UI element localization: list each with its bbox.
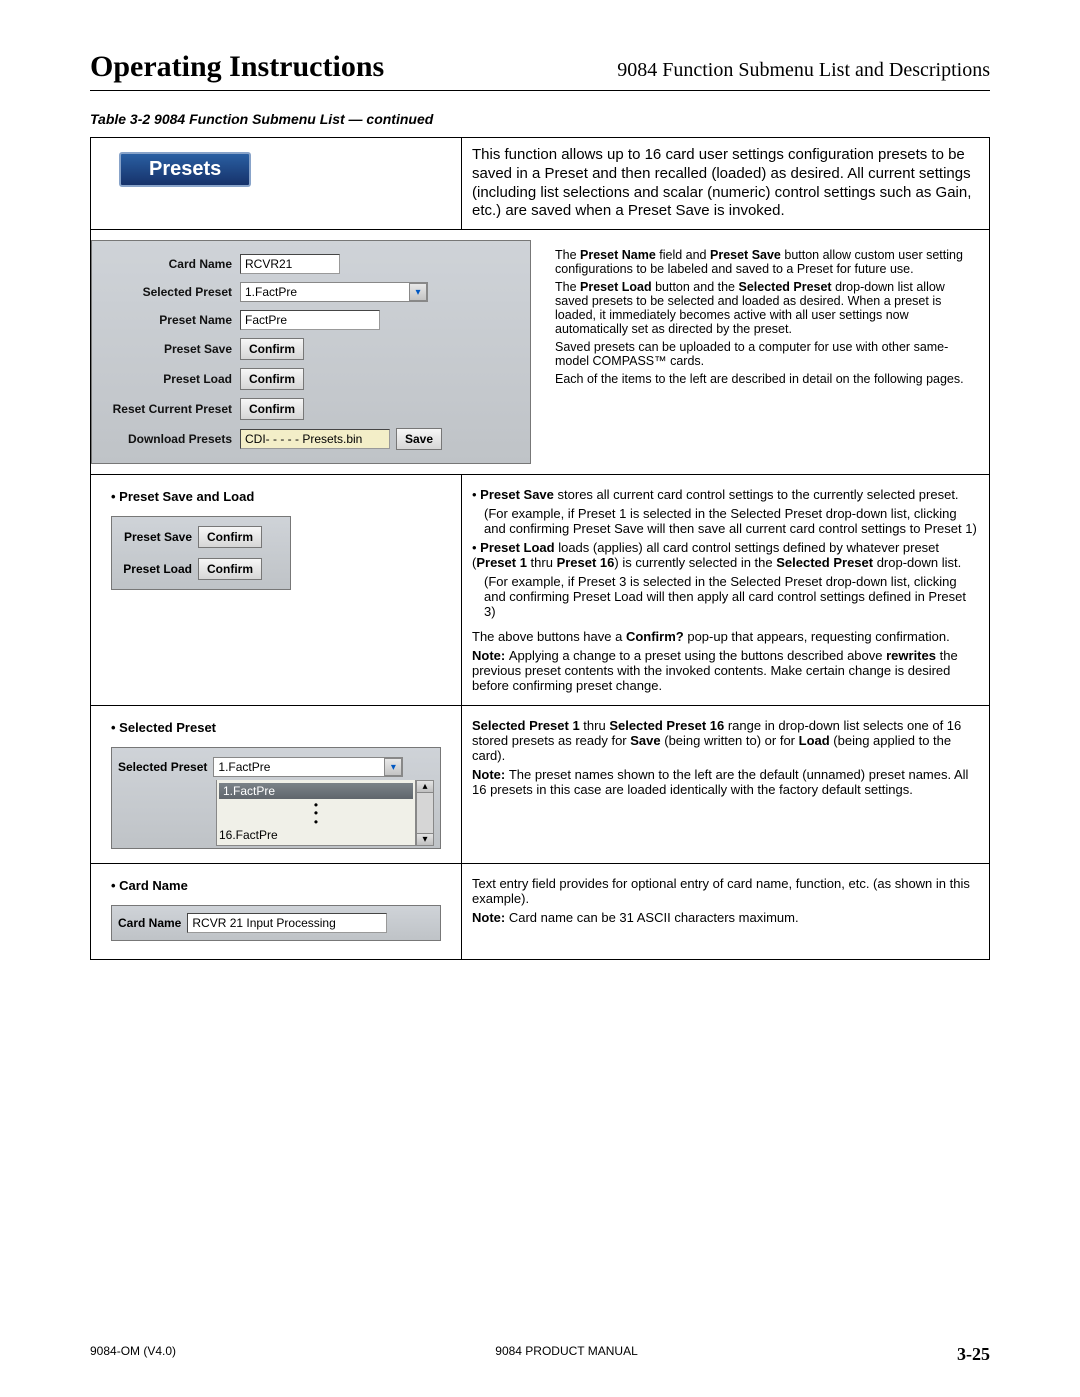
download-file-field: CDI- - - - - Presets.bin	[240, 429, 390, 449]
t: Preset 16	[557, 555, 615, 570]
card-name-panel: Card Name RCVR 21 Input Processing	[111, 905, 441, 941]
selected-preset-value: 1.FactPre	[241, 285, 409, 299]
t: Selected Preset 16	[609, 718, 724, 733]
preset-load-confirm-button[interactable]: Confirm	[240, 368, 304, 390]
t: thru	[580, 718, 610, 733]
label-card-name: Card Name	[100, 257, 240, 271]
label-download-presets: Download Presets	[100, 432, 240, 446]
page-number: 3-25	[957, 1344, 990, 1365]
t: Preset Save	[710, 248, 781, 262]
t: The	[555, 280, 580, 294]
t: Preset Load	[480, 540, 554, 555]
t: Load	[799, 733, 830, 748]
t: Saved presets can be uploaded to a compu…	[555, 340, 979, 368]
chevron-down-icon[interactable]: ▾	[409, 283, 427, 301]
t: (For example, if Preset 3 is selected in…	[472, 574, 979, 619]
ellipsis-icon: •••	[219, 799, 413, 828]
t: •	[472, 540, 480, 555]
t: Note:	[472, 910, 509, 925]
t: Selected Preset	[776, 555, 873, 570]
t: Preset Load	[580, 280, 652, 294]
label-preset-name: Preset Name	[100, 313, 240, 327]
t: Save	[630, 733, 660, 748]
t: The	[555, 248, 580, 262]
presets-panel: Card Name RCVR21 Selected Preset 1.FactP…	[91, 240, 531, 464]
presets-tab: Presets	[119, 152, 251, 187]
selected-preset-dropdown[interactable]: 1.FactPre ▾	[240, 282, 428, 302]
t: Applying a change to a preset using the …	[509, 648, 886, 663]
download-save-button[interactable]: Save	[396, 428, 442, 450]
label-reset-current: Reset Current Preset	[100, 402, 240, 416]
page-title: Operating Instructions	[90, 50, 384, 84]
heading-card-name: • Card Name	[111, 878, 441, 893]
t: The above buttons have a	[472, 629, 626, 644]
t: Preset Name	[580, 248, 656, 262]
sp-value: 1.FactPre	[214, 760, 384, 774]
label-ps: Preset Save	[118, 530, 198, 544]
t: button and the	[652, 280, 739, 294]
preset-option-16[interactable]: 16.FactPre	[219, 828, 413, 842]
t: stores all current card control settings…	[554, 487, 959, 502]
preset-load-button[interactable]: Confirm	[198, 558, 262, 580]
label-sp: Selected Preset	[118, 760, 213, 774]
t: drop-down list.	[873, 555, 961, 570]
label-cn: Card Name	[118, 916, 187, 930]
t: •	[472, 487, 480, 502]
t: ) is currently selected in the	[614, 555, 776, 570]
presets-side-text: The Preset Name field and Preset Save bu…	[531, 230, 989, 474]
t: (For example, if Preset 1 is selected in…	[472, 506, 979, 536]
scroll-up-icon[interactable]: ▴	[416, 780, 434, 793]
t: Selected Preset	[738, 280, 831, 294]
card-name-example-input[interactable]: RCVR 21 Input Processing	[187, 913, 387, 933]
save-load-panel: Preset Save Confirm Preset Load Confirm	[111, 516, 291, 590]
label-preset-load: Preset Load	[100, 372, 240, 386]
t: (being written to) or for	[661, 733, 799, 748]
divider	[90, 90, 990, 91]
footer-left: 9084-OM (V4.0)	[90, 1344, 176, 1358]
heading-preset-save-load: • Preset Save and Load	[111, 489, 441, 504]
footer-center: 9084 PRODUCT MANUAL	[90, 1344, 990, 1358]
t: Card name can be 31 ASCII characters max…	[509, 910, 799, 925]
reset-current-confirm-button[interactable]: Confirm	[240, 398, 304, 420]
submenu-table: Presets This function allows up to 16 ca…	[90, 137, 990, 960]
preset-save-button[interactable]: Confirm	[198, 526, 262, 548]
label-selected-preset: Selected Preset	[100, 285, 240, 299]
t: Note:	[472, 767, 509, 782]
heading-selected-preset: • Selected Preset	[111, 720, 441, 735]
scroll-down-icon[interactable]: ▾	[416, 833, 434, 846]
t: Each of the items to the left are descri…	[555, 372, 979, 386]
selected-preset-combobox[interactable]: 1.FactPre ▾	[213, 757, 403, 777]
label-preset-save: Preset Save	[100, 342, 240, 356]
preset-option-1[interactable]: 1.FactPre	[219, 783, 413, 799]
t: Preset Save	[480, 487, 554, 502]
t: Note:	[472, 648, 509, 663]
label-pl: Preset Load	[118, 562, 198, 576]
t: field and	[656, 248, 710, 262]
selected-preset-panel: Selected Preset 1.FactPre ▾ 1.FactPre ••…	[111, 747, 441, 849]
t: The preset names shown to the left are t…	[472, 767, 968, 797]
t: rewrites	[886, 648, 936, 663]
t: thru	[527, 555, 557, 570]
t: Text entry field provides for optional e…	[472, 876, 979, 906]
t: Selected Preset 1	[472, 718, 580, 733]
section-title: 9084 Function Submenu List and Descripti…	[617, 59, 990, 82]
presets-description: This function allows up to 16 card user …	[472, 146, 979, 221]
t: Preset 1	[476, 555, 527, 570]
t: pop-up that appears, requesting confirma…	[684, 629, 950, 644]
preset-name-input[interactable]: FactPre	[240, 310, 380, 330]
t: Confirm?	[626, 629, 684, 644]
footer: 9084-OM (V4.0) 3-25 9084 PRODUCT MANUAL	[90, 1344, 990, 1365]
preset-save-confirm-button[interactable]: Confirm	[240, 338, 304, 360]
chevron-down-icon[interactable]: ▾	[384, 758, 402, 776]
table-caption: Table 3-2 9084 Function Submenu List — c…	[90, 111, 990, 127]
card-name-input[interactable]: RCVR21	[240, 254, 340, 274]
